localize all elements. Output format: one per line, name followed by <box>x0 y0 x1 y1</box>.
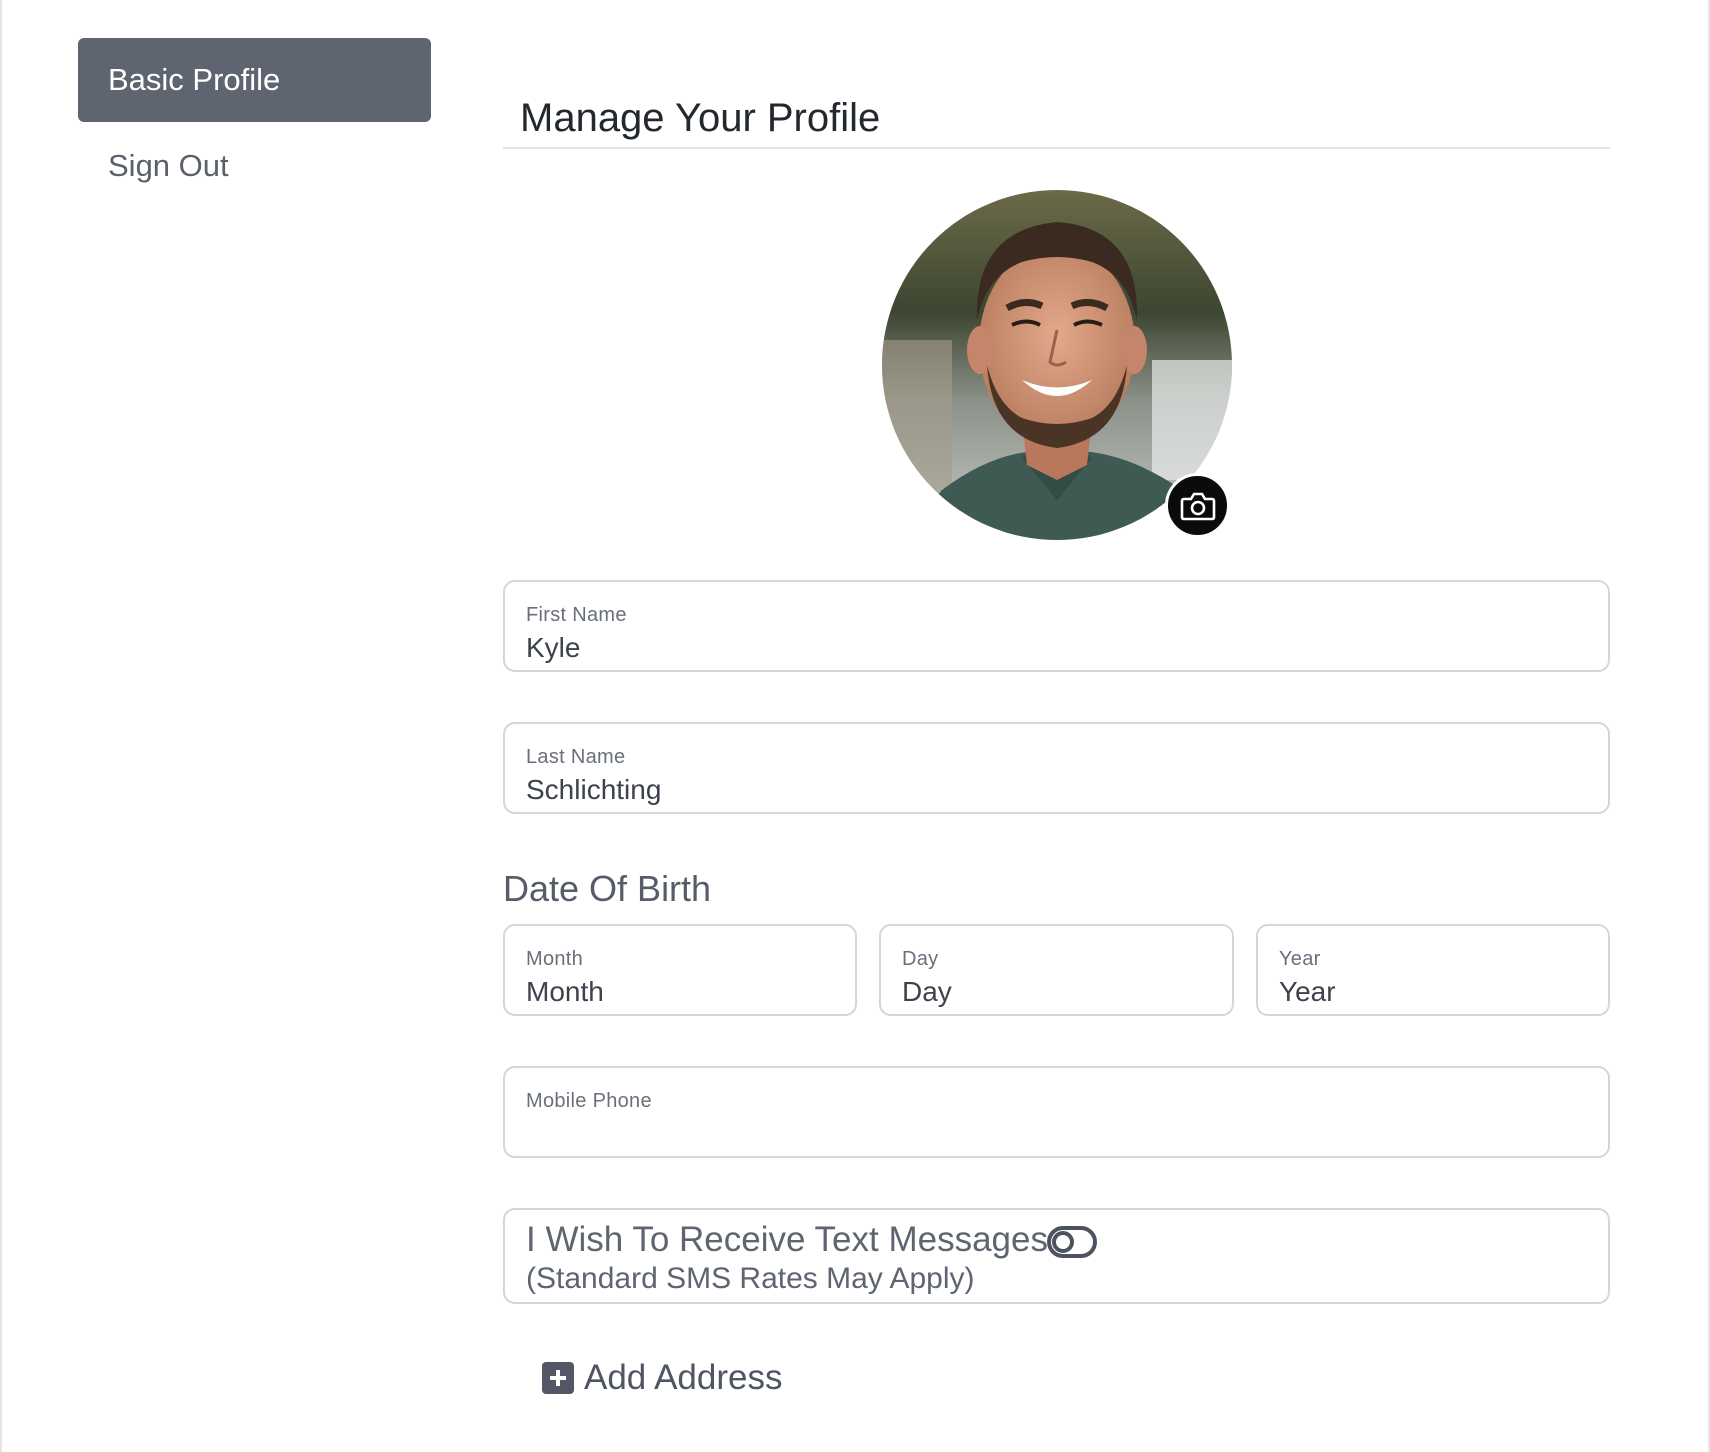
dob-month-select[interactable]: Month Month <box>503 924 857 1016</box>
dob-month-label: Month <box>526 948 584 970</box>
page-title: Manage Your Profile <box>520 96 881 140</box>
add-address-label: Add Address <box>584 1358 783 1397</box>
dob-year-select[interactable]: Year Year <box>1256 924 1610 1016</box>
first-name-label: First Name <box>526 604 627 626</box>
sms-opt-in-toggle[interactable] <box>1047 1226 1097 1258</box>
dob-day-select[interactable]: Day Day <box>879 924 1234 1016</box>
add-address-button[interactable]: Add Address <box>542 1356 782 1400</box>
dob-year-label: Year <box>1279 948 1321 970</box>
last-name-label: Last Name <box>526 746 626 768</box>
first-name-value: Kyle <box>526 632 581 663</box>
title-divider <box>503 147 1610 149</box>
first-name-field[interactable]: First Name Kyle <box>503 580 1610 672</box>
dob-day-value: Day <box>902 976 952 1007</box>
sms-rates-note: (Standard SMS Rates May Apply) <box>526 1262 975 1295</box>
sms-opt-in-box: I Wish To Receive Text Messages (Standar… <box>503 1208 1610 1304</box>
sidebar-item-label: Sign Out <box>108 148 229 183</box>
date-of-birth-heading: Date Of Birth <box>503 868 712 909</box>
dob-year-value: Year <box>1279 976 1336 1007</box>
last-name-value: Schlichting <box>526 774 662 805</box>
camera-icon <box>1180 492 1215 520</box>
sms-opt-in-label: I Wish To Receive Text Messages <box>526 1220 1048 1259</box>
dob-month-value: Month <box>526 976 604 1007</box>
plus-square-icon <box>542 1362 574 1394</box>
last-name-field[interactable]: Last Name Schlichting <box>503 722 1610 814</box>
sidebar-item-label: Basic Profile <box>108 62 281 97</box>
sidebar-item-sign-out[interactable]: Sign Out <box>108 148 229 184</box>
toggle-knob <box>1052 1231 1074 1253</box>
sidebar-item-basic-profile[interactable]: Basic Profile <box>78 38 431 122</box>
dob-day-label: Day <box>902 948 939 970</box>
app-frame: Basic Profile Sign Out Manage Your Profi… <box>0 0 1710 1452</box>
mobile-phone-label: Mobile Phone <box>526 1090 652 1112</box>
change-photo-button[interactable] <box>1165 473 1230 538</box>
mobile-phone-field[interactable]: Mobile Phone <box>503 1066 1610 1158</box>
